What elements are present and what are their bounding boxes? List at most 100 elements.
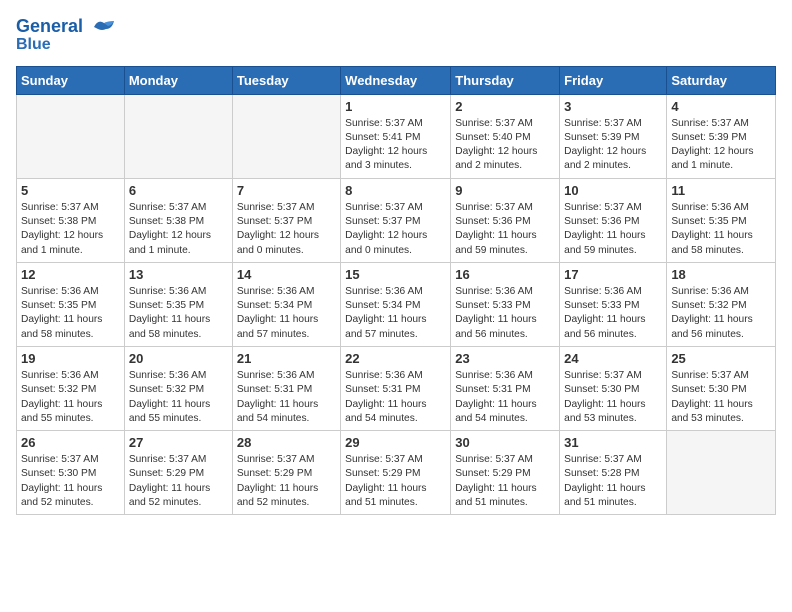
weekday-header-monday: Monday (124, 66, 232, 94)
calendar-cell: 15 Sunrise: 5:36 AM Sunset: 5:34 PM Dayli… (341, 262, 451, 346)
weekday-header-saturday: Saturday (667, 66, 776, 94)
day-info: Sunrise: 5:37 AM Sunset: 5:39 PM Dayligh… (564, 117, 662, 174)
day-info: Sunrise: 5:36 AM Sunset: 5:33 PM Dayligh… (564, 285, 662, 342)
day-number: 19 (21, 351, 120, 366)
calendar-cell: 31 Sunrise: 5:37 AM Sunset: 5:28 PM Dayli… (560, 431, 667, 515)
day-number: 27 (129, 435, 228, 450)
calendar-cell (17, 94, 125, 178)
calendar-cell: 25 Sunrise: 5:37 AM Sunset: 5:30 PM Dayli… (667, 346, 776, 430)
day-number: 10 (564, 183, 662, 198)
day-number: 14 (237, 267, 336, 282)
calendar-cell: 17Sunrise: 5:36 AM Sunset: 5:33 PM Dayli… (560, 262, 667, 346)
day-info: Sunrise: 5:37 AM Sunset: 5:38 PM Dayligh… (129, 201, 228, 258)
day-info: Sunrise: 5:36 AM Sunset: 5:34 PM Dayligh… (345, 285, 446, 342)
calendar-cell: 23 Sunrise: 5:36 AM Sunset: 5:31 PM Dayli… (451, 346, 560, 430)
day-number: 11 (671, 183, 771, 198)
page-header: General Blue (16, 16, 776, 54)
day-number: 5 (21, 183, 120, 198)
day-number: 26 (21, 435, 120, 450)
day-info: Sunrise: 5:37 AM Sunset: 5:30 PM Dayligh… (671, 369, 771, 426)
day-info: Sunrise: 5:37 AM Sunset: 5:41 PM Dayligh… (345, 117, 446, 174)
day-info: Sunrise: 5:36 AM Sunset: 5:31 PM Dayligh… (345, 369, 446, 426)
day-info: Sunrise: 5:36 AM Sunset: 5:35 PM Dayligh… (129, 285, 228, 342)
calendar-cell: 28Sunrise: 5:37 AM Sunset: 5:29 PM Dayli… (232, 431, 340, 515)
day-info: Sunrise: 5:37 AM Sunset: 5:40 PM Dayligh… (455, 117, 555, 174)
calendar-cell: 14 Sunrise: 5:36 AM Sunset: 5:34 PM Dayli… (232, 262, 340, 346)
day-number: 29 (345, 435, 446, 450)
calendar-cell: 29 Sunrise: 5:37 AM Sunset: 5:29 PM Dayli… (341, 431, 451, 515)
calendar-cell: 10 Sunrise: 5:37 AM Sunset: 5:36 PM Dayli… (560, 178, 667, 262)
calendar-cell (232, 94, 340, 178)
calendar-week-4: 19 Sunrise: 5:36 AM Sunset: 5:32 PM Dayli… (17, 346, 776, 430)
day-info: Sunrise: 5:36 AM Sunset: 5:32 PM Dayligh… (21, 369, 120, 426)
weekday-header-tuesday: Tuesday (232, 66, 340, 94)
calendar-cell: 20Sunrise: 5:36 AM Sunset: 5:32 PM Dayli… (124, 346, 232, 430)
day-number: 4 (671, 99, 771, 114)
day-info: Sunrise: 5:37 AM Sunset: 5:37 PM Dayligh… (345, 201, 446, 258)
day-number: 28 (237, 435, 336, 450)
day-number: 15 (345, 267, 446, 282)
calendar-cell (667, 431, 776, 515)
calendar-cell: 7 Sunrise: 5:37 AM Sunset: 5:37 PM Daylig… (232, 178, 340, 262)
calendar-cell: 27Sunrise: 5:37 AM Sunset: 5:29 PM Dayli… (124, 431, 232, 515)
day-number: 13 (129, 267, 228, 282)
day-info: Sunrise: 5:36 AM Sunset: 5:32 PM Dayligh… (671, 285, 771, 342)
day-number: 8 (345, 183, 446, 198)
day-number: 23 (455, 351, 555, 366)
weekday-header-wednesday: Wednesday (341, 66, 451, 94)
day-number: 1 (345, 99, 446, 114)
calendar-cell: 2 Sunrise: 5:37 AM Sunset: 5:40 PM Daylig… (451, 94, 560, 178)
day-number: 9 (455, 183, 555, 198)
calendar-cell: 9 Sunrise: 5:37 AM Sunset: 5:36 PM Daylig… (451, 178, 560, 262)
day-info: Sunrise: 5:36 AM Sunset: 5:34 PM Dayligh… (237, 285, 336, 342)
day-number: 31 (564, 435, 662, 450)
day-number: 12 (21, 267, 120, 282)
day-info: Sunrise: 5:37 AM Sunset: 5:30 PM Dayligh… (21, 453, 120, 510)
day-info: Sunrise: 5:36 AM Sunset: 5:35 PM Dayligh… (21, 285, 120, 342)
calendar-cell: 11 Sunrise: 5:36 AM Sunset: 5:35 PM Dayli… (667, 178, 776, 262)
day-number: 22 (345, 351, 446, 366)
calendar-cell: 18 Sunrise: 5:36 AM Sunset: 5:32 PM Dayli… (667, 262, 776, 346)
day-info: Sunrise: 5:37 AM Sunset: 5:37 PM Dayligh… (237, 201, 336, 258)
day-number: 16 (455, 267, 555, 282)
day-number: 2 (455, 99, 555, 114)
calendar-cell: 8 Sunrise: 5:37 AM Sunset: 5:37 PM Daylig… (341, 178, 451, 262)
calendar-cell: 26 Sunrise: 5:37 AM Sunset: 5:30 PM Dayli… (17, 431, 125, 515)
day-info: Sunrise: 5:36 AM Sunset: 5:31 PM Dayligh… (237, 369, 336, 426)
day-info: Sunrise: 5:37 AM Sunset: 5:30 PM Dayligh… (564, 369, 662, 426)
calendar-cell: 5Sunrise: 5:37 AM Sunset: 5:38 PM Daylig… (17, 178, 125, 262)
calendar-cell: 13 Sunrise: 5:36 AM Sunset: 5:35 PM Dayli… (124, 262, 232, 346)
calendar-cell: 30Sunrise: 5:37 AM Sunset: 5:29 PM Dayli… (451, 431, 560, 515)
logo: General Blue (16, 16, 118, 54)
day-info: Sunrise: 5:36 AM Sunset: 5:31 PM Dayligh… (455, 369, 555, 426)
calendar-cell: 6Sunrise: 5:37 AM Sunset: 5:38 PM Daylig… (124, 178, 232, 262)
day-info: Sunrise: 5:36 AM Sunset: 5:35 PM Dayligh… (671, 201, 771, 258)
day-number: 3 (564, 99, 662, 114)
day-info: Sunrise: 5:36 AM Sunset: 5:33 PM Dayligh… (455, 285, 555, 342)
day-number: 24 (564, 351, 662, 366)
day-number: 25 (671, 351, 771, 366)
day-info: Sunrise: 5:37 AM Sunset: 5:36 PM Dayligh… (455, 201, 555, 258)
day-info: Sunrise: 5:37 AM Sunset: 5:28 PM Dayligh… (564, 453, 662, 510)
day-info: Sunrise: 5:37 AM Sunset: 5:36 PM Dayligh… (564, 201, 662, 258)
calendar-cell: 19 Sunrise: 5:36 AM Sunset: 5:32 PM Dayli… (17, 346, 125, 430)
weekday-header-thursday: Thursday (451, 66, 560, 94)
day-number: 7 (237, 183, 336, 198)
calendar-cell: 21 Sunrise: 5:36 AM Sunset: 5:31 PM Dayli… (232, 346, 340, 430)
day-number: 18 (671, 267, 771, 282)
calendar-cell: 3 Sunrise: 5:37 AM Sunset: 5:39 PM Daylig… (560, 94, 667, 178)
day-number: 21 (237, 351, 336, 366)
calendar-week-3: 12 Sunrise: 5:36 AM Sunset: 5:35 PM Dayli… (17, 262, 776, 346)
calendar-week-2: 5 Sunrise: 5:37 AM Sunset: 5:38 PM Daylig… (17, 178, 776, 262)
day-info: Sunrise: 5:37 AM Sunset: 5:39 PM Dayligh… (671, 117, 771, 174)
day-info: Sunrise: 5:37 AM Sunset: 5:29 PM Dayligh… (455, 453, 555, 510)
calendar-cell: 24 Sunrise: 5:37 AM Sunset: 5:30 PM Dayli… (560, 346, 667, 430)
calendar-table: SundayMondayTuesdayWednesdayThursdayFrid… (16, 66, 776, 516)
calendar-cell: 4 Sunrise: 5:37 AM Sunset: 5:39 PM Daylig… (667, 94, 776, 178)
day-number: 20 (129, 351, 228, 366)
calendar-cell: 16 Sunrise: 5:36 AM Sunset: 5:33 PM Dayli… (451, 262, 560, 346)
calendar-cell (124, 94, 232, 178)
day-info: Sunrise: 5:37 AM Sunset: 5:29 PM Dayligh… (345, 453, 446, 510)
logo-text: General (16, 16, 118, 38)
calendar-cell: 12 Sunrise: 5:36 AM Sunset: 5:35 PM Dayli… (17, 262, 125, 346)
